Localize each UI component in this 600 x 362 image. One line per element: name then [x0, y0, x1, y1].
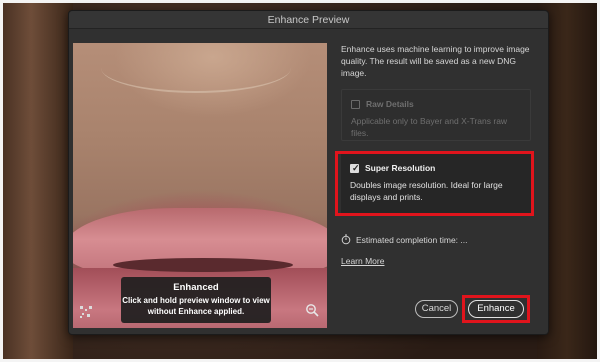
intro-text: Enhance uses machine learning to improve…	[341, 44, 530, 78]
preview-mouth	[113, 258, 293, 272]
toast-subtitle-line1: Click and hold preview window to view	[122, 296, 270, 305]
enhance-preview-dialog: Enhance Preview Enhanced Click and hold …	[68, 10, 549, 335]
enhance-button-highlight	[462, 295, 530, 323]
super-resolution-highlight	[335, 151, 534, 216]
raw-details-description: Applicable only to Bayer and X-Trans raw…	[351, 116, 508, 138]
raw-details-checkbox[interactable]	[351, 100, 360, 109]
estimate-text: Estimated completion time: ...	[356, 235, 468, 245]
cancel-button[interactable]: Cancel	[415, 300, 458, 318]
preview-nose-contour	[101, 43, 291, 93]
preview-window[interactable]: Enhanced Click and hold preview window t…	[73, 43, 327, 328]
stopwatch-icon	[341, 234, 351, 245]
crop-grid-icon[interactable]	[79, 305, 93, 319]
zoom-out-icon[interactable]	[305, 303, 319, 317]
raw-details-panel: Raw Details Applicable only to Bayer and…	[341, 89, 531, 141]
toast-subtitle: Click and hold preview window to view wi…	[121, 293, 271, 317]
background-hair-left	[3, 3, 73, 359]
learn-more-link[interactable]: Learn More	[341, 256, 384, 266]
toast-title: Enhanced	[173, 282, 219, 293]
estimate-row: Estimated completion time: ...	[341, 234, 533, 246]
preview-toast: Enhanced Click and hold preview window t…	[121, 277, 271, 323]
dialog-title: Enhance Preview	[69, 11, 548, 29]
raw-details-label: Raw Details	[366, 99, 414, 109]
toast-subtitle-line2: without Enhance applied.	[147, 307, 245, 316]
